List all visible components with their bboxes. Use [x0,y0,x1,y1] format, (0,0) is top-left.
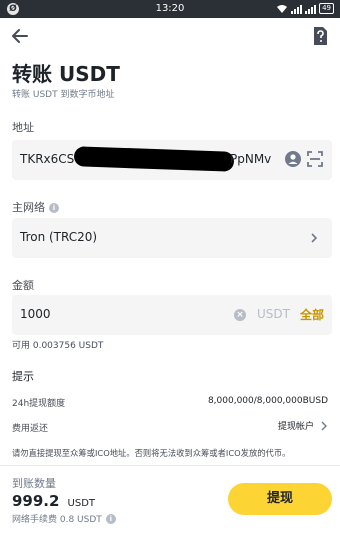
address-redaction [73,146,235,172]
info-icon[interactable]: i [49,203,59,213]
amount-value: 1000 [20,307,51,321]
withdraw-button[interactable]: 提现 [228,483,332,515]
address-field[interactable]: TKRx6CS PpNMv [12,140,332,180]
limit-value: 8,000,000/8,000,000BUSD [207,396,328,406]
network-label: 主网络 i [12,199,59,215]
clear-icon[interactable]: × [234,309,246,321]
receive-amount-row: 999.2 USDT [12,491,95,510]
info-icon[interactable]: i [105,513,116,524]
help-document-icon[interactable] [312,26,328,46]
signal-icon [291,4,303,14]
address-value-prefix: TKRx6CS [20,152,75,166]
amount-field[interactable]: 1000 × USDT 全部 [12,295,332,335]
amount-unit: USDT [257,307,290,321]
all-button[interactable]: 全部 [300,306,324,323]
page-title: 转账 USDT [12,62,120,86]
limit-label: 24h提现额度 [12,399,66,409]
signal-icon-2 [305,4,317,14]
ico-warning: 请勿直接提现至众筹或ICO地址。否则将无法收到众筹或者ICO发放的代币。 [12,448,291,458]
fee-return-label: 费用返还 [12,424,49,434]
page-subtitle: 转账 USDT 到数字币地址 [12,90,115,100]
chevron-right-icon [321,421,327,430]
top-bar [0,18,340,54]
tips-heading: 提示 [12,370,34,383]
footer-bar: 到账数量 999.2 USDT 网络手续费 0.8 USDT i 提现 [0,465,340,535]
receive-amount: 999.2 [12,492,60,510]
address-label: 地址 [12,121,34,134]
network-select[interactable]: Tron (TRC20) [12,218,332,258]
status-indicators: 49 [276,3,334,14]
address-book-icon[interactable] [284,150,302,168]
network-value: Tron (TRC20) [20,230,98,244]
address-value-suffix: PpNMv [230,152,272,166]
wifi-icon [277,4,288,13]
fee-return-link[interactable]: 提现帐户 [278,419,328,432]
back-arrow-icon[interactable] [10,26,30,46]
amount-label: 金额 [12,279,34,292]
scan-icon[interactable] [306,150,324,168]
network-fee: 网络手续费 0.8 USDT i [12,512,116,525]
chevron-right-icon [311,233,318,243]
available-balance: 可用 0.003756 USDT [12,341,104,351]
receive-unit: USDT [67,498,96,509]
receive-label: 到账数量 [12,477,56,490]
battery-icon: 49 [319,3,334,14]
status-bar: Ø 13:20 49 [0,0,340,18]
